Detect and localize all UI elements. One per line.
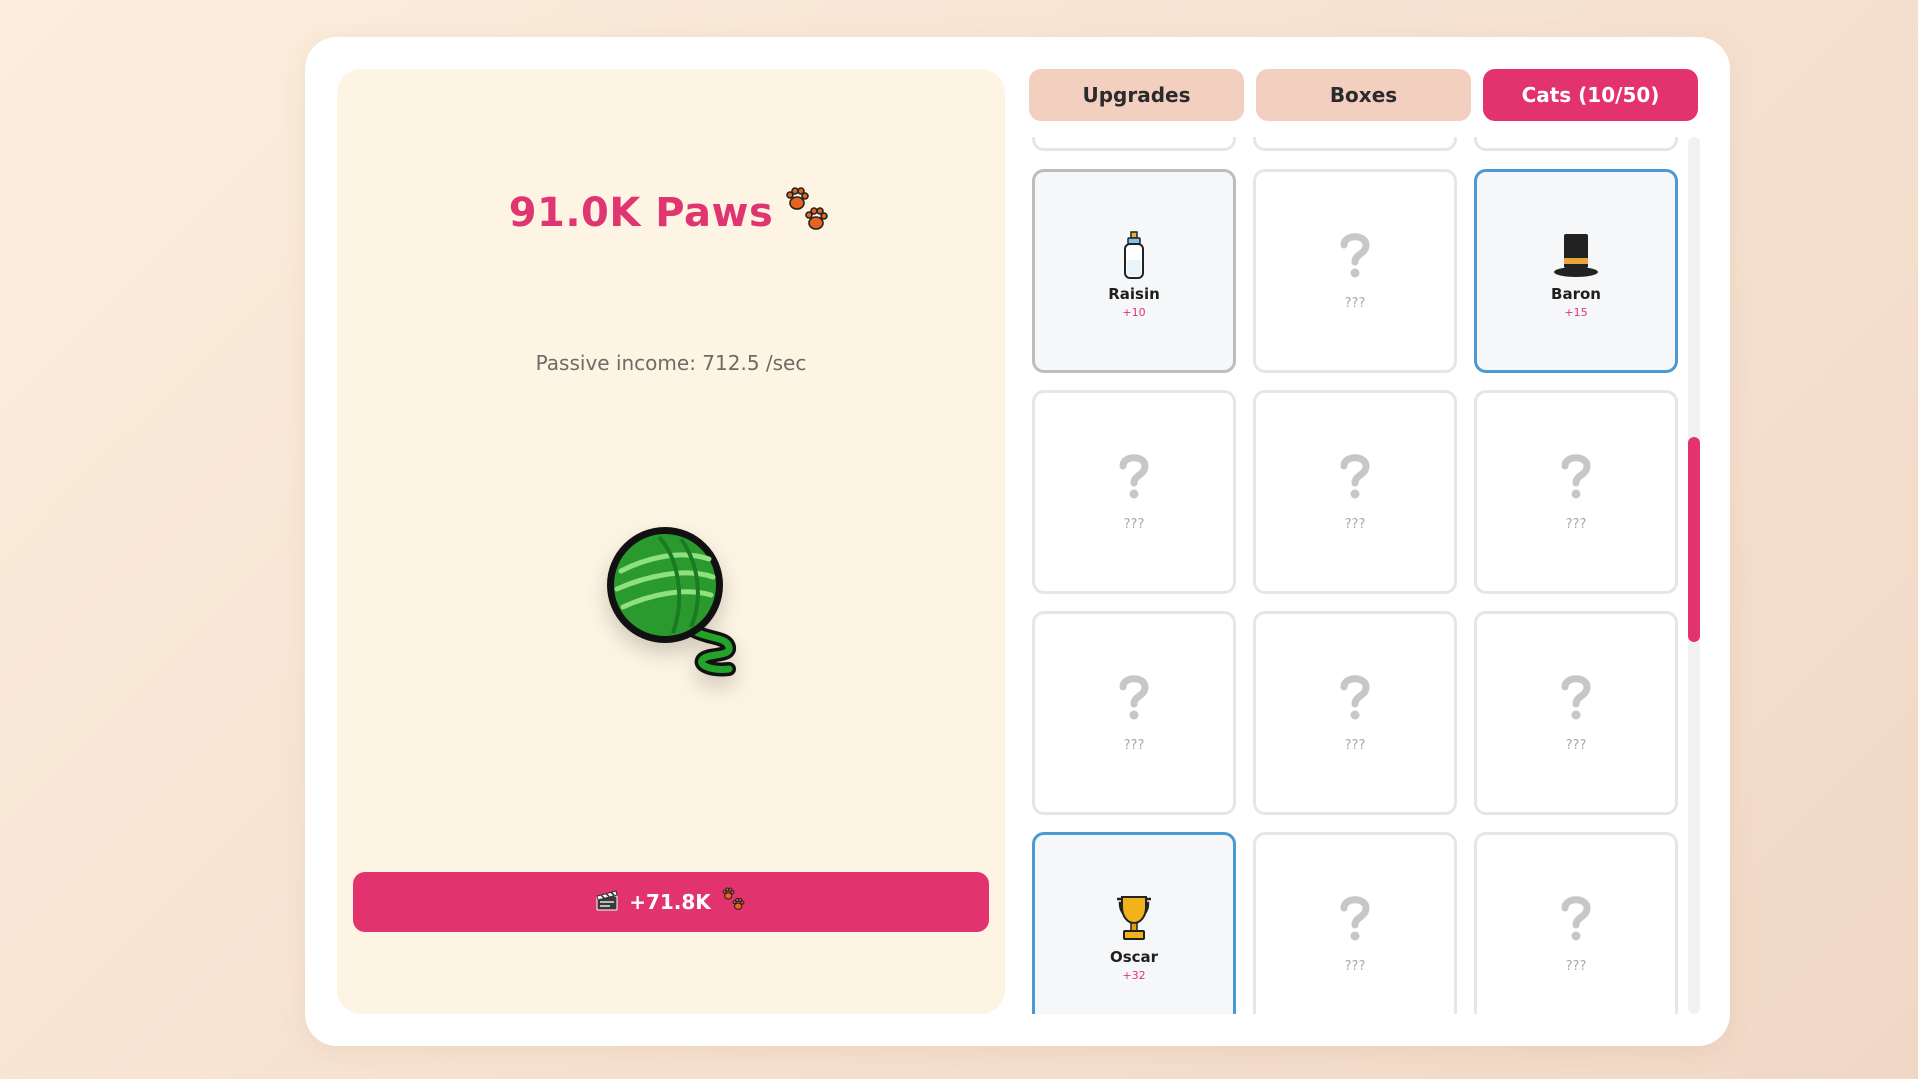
locked-label: ???: [1344, 959, 1366, 974]
cat-card-baron[interactable]: Baron +15: [1474, 169, 1678, 373]
locked-label: ???: [1123, 738, 1145, 753]
cat-grid-scrollbar[interactable]: [1688, 137, 1700, 1014]
clicker-panel: 91.0K Paws Passive income: 712.5 /sec +7…: [337, 69, 1005, 1014]
watch-ad-reward-button[interactable]: +71.8K: [353, 872, 989, 932]
paws-counter: 91.0K Paws: [337, 186, 1005, 236]
cat-card-locked[interactable]: ???: [1032, 611, 1236, 815]
question-mark-icon: [1035, 451, 1233, 501]
locked-label: ???: [1565, 959, 1587, 974]
ad-reward-amount: +71.8K: [629, 890, 711, 914]
cat-card[interactable]: [1253, 137, 1457, 151]
locked-label: ???: [1344, 738, 1366, 753]
baby-bottle-icon: [1035, 230, 1233, 280]
cat-bonus: +32: [1122, 969, 1146, 982]
locked-label: ???: [1344, 296, 1366, 311]
paws-counter-text: 91.0K Paws: [508, 190, 774, 236]
clapper-board-icon: [595, 888, 619, 917]
locked-label: ???: [1565, 517, 1587, 532]
cat-card-locked[interactable]: ???: [1253, 832, 1457, 1014]
cat-card-locked[interactable]: ???: [1474, 611, 1678, 815]
cat-card-locked[interactable]: ???: [1253, 611, 1457, 815]
cat-name: Oscar: [1109, 948, 1159, 966]
tab-upgrades[interactable]: Upgrades: [1029, 69, 1244, 121]
passive-income-label: Passive income: 712.5 /sec: [535, 351, 807, 375]
question-mark-icon: [1477, 672, 1675, 722]
locked-label: ???: [1565, 738, 1587, 753]
paw-prints-icon: [721, 887, 747, 918]
locked-label: ???: [1123, 517, 1145, 532]
cat-card[interactable]: [1032, 137, 1236, 151]
question-mark-icon: [1256, 451, 1454, 501]
question-mark-icon: [1256, 893, 1454, 943]
yarn-ball-icon[interactable]: [599, 519, 759, 679]
cat-card-raisin[interactable]: Raisin +10: [1032, 169, 1236, 373]
cat-card-locked[interactable]: ???: [1474, 832, 1678, 1014]
question-mark-icon: [1035, 672, 1233, 722]
question-mark-icon: [1477, 451, 1675, 501]
question-mark-icon: [1256, 672, 1454, 722]
paw-prints-icon: [783, 186, 833, 236]
tab-cats[interactable]: Cats (10/50): [1483, 69, 1698, 121]
cat-card-locked[interactable]: ???: [1474, 390, 1678, 594]
shop-tabs: Upgrades Boxes Cats (10/50): [1029, 69, 1699, 121]
cat-collection-grid[interactable]: Raisin +10 ??? Baron +15 ??? ??? ??? ???…: [1029, 137, 1699, 1014]
cat-card-locked[interactable]: ???: [1253, 169, 1457, 373]
trophy-icon: [1035, 893, 1233, 943]
cat-card-oscar[interactable]: Oscar +32: [1032, 832, 1236, 1014]
game-window: 91.0K Paws Passive income: 712.5 /sec +7…: [305, 37, 1730, 1046]
question-mark-icon: [1477, 893, 1675, 943]
locked-label: ???: [1344, 517, 1366, 532]
cat-bonus: +15: [1564, 306, 1588, 319]
top-hat-icon: [1477, 230, 1675, 280]
question-mark-icon: [1256, 230, 1454, 280]
scrollbar-thumb[interactable]: [1688, 437, 1700, 642]
cat-card[interactable]: [1474, 137, 1678, 151]
cat-card-locked[interactable]: ???: [1032, 390, 1236, 594]
cat-bonus: +10: [1122, 306, 1146, 319]
cat-name: Raisin: [1108, 285, 1160, 303]
cat-card-locked[interactable]: ???: [1253, 390, 1457, 594]
cat-name: Baron: [1551, 285, 1601, 303]
tab-boxes[interactable]: Boxes: [1256, 69, 1471, 121]
